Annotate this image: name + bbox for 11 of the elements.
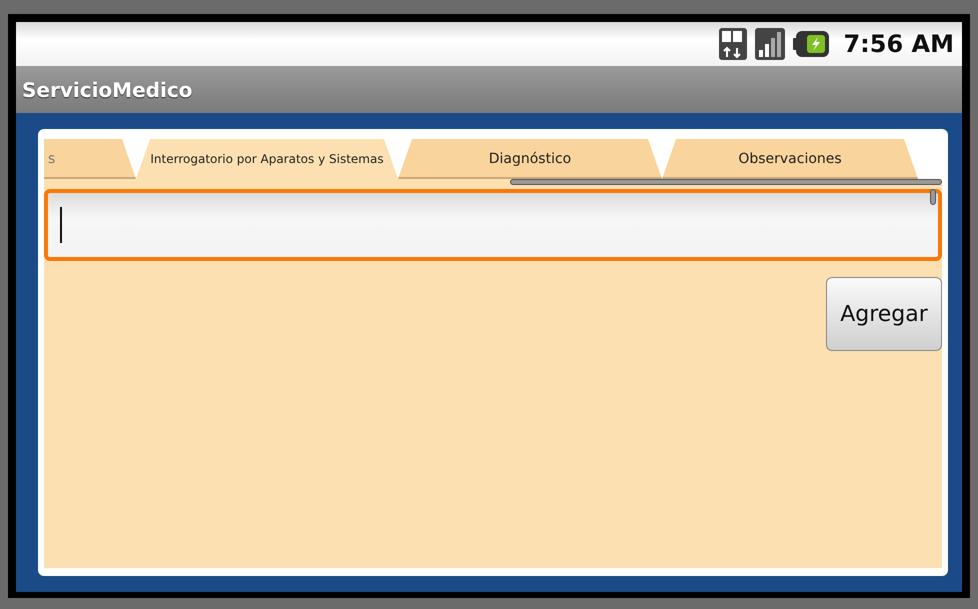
tab[interactable]: Diagnóstico (398, 139, 662, 179)
app-title: ServicioMedico (22, 76, 192, 104)
battery-icon (793, 31, 830, 57)
scroll-bar (930, 189, 936, 205)
tab[interactable]: Interrogatorio por Aparatos y Sistemas (136, 139, 398, 179)
tab[interactable]: Observaciones (662, 139, 918, 179)
signal-icon (755, 28, 786, 60)
network-3g-icon (719, 28, 748, 60)
input-field[interactable] (44, 189, 942, 261)
add-button[interactable]: Agregar (826, 277, 942, 351)
clock-time: 7:56 AM (843, 29, 954, 60)
